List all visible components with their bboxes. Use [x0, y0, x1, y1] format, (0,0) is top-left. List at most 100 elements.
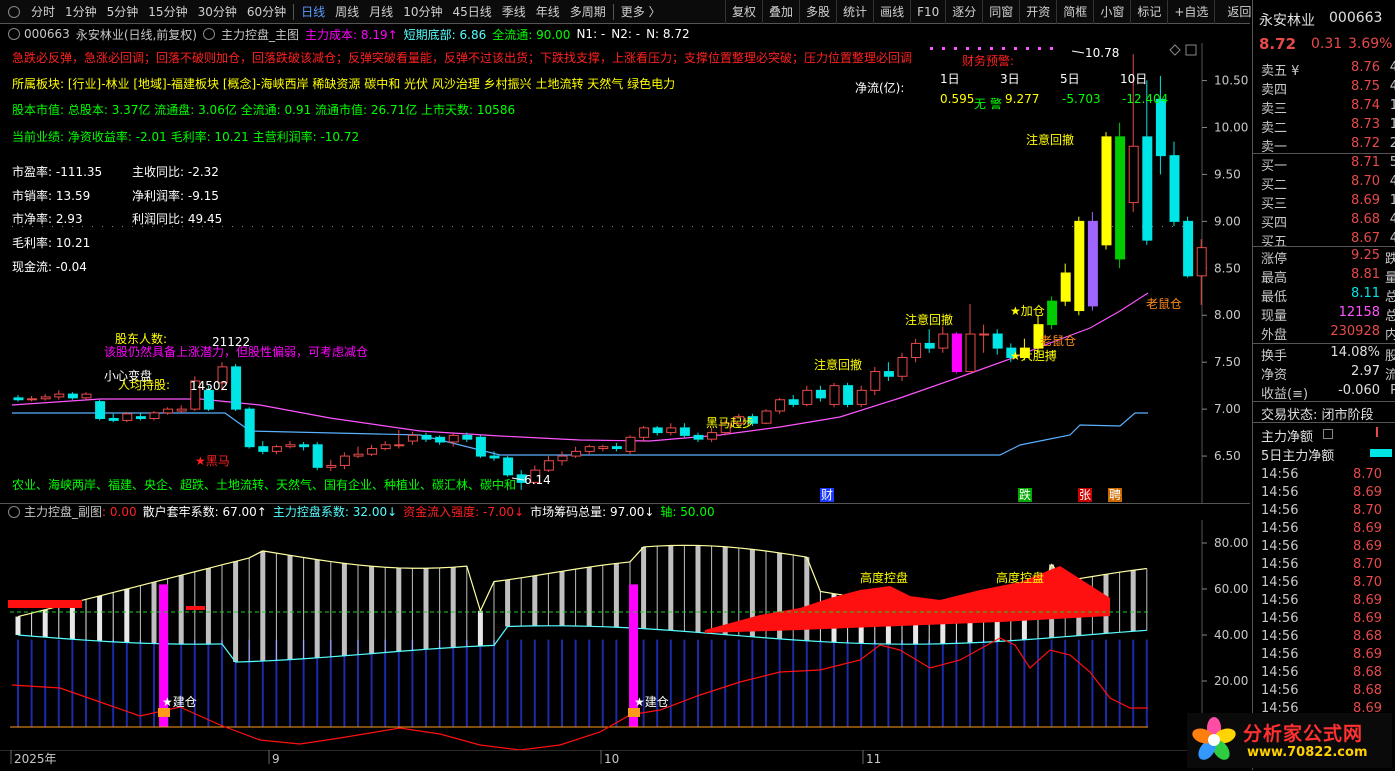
period-14[interactable]: 更多 〉 [616, 0, 666, 24]
sub-tick-label: 40.00 [1214, 628, 1248, 642]
tool-2[interactable]: 多股 [799, 0, 836, 24]
netflow-1d-header: 1日 [940, 72, 960, 86]
indicator-name[interactable]: 主力控盘_主图 [221, 26, 299, 43]
candle-body [843, 385, 854, 405]
tick-price: 8.69 [1353, 485, 1382, 500]
stat2-row: 换手 14.08% 股 [1261, 345, 1395, 364]
top-dot [978, 47, 981, 50]
tool-6[interactable]: 逐分 [945, 0, 982, 24]
indicator-settings-icon[interactable] [203, 28, 215, 40]
ref-dot [532, 226, 533, 228]
candle-body [244, 408, 255, 448]
chip-total: 市场筹码总量: 97.00↓ [530, 505, 655, 519]
stat-label: 现量 [1261, 309, 1288, 324]
period-12[interactable]: 年线 [531, 0, 565, 24]
tool-3[interactable]: 统计 [836, 0, 873, 24]
candle-body [95, 401, 106, 420]
tick-price: 8.70 [1353, 503, 1382, 518]
stat-row: 最低 8.11 总 [1261, 286, 1395, 305]
quote-price: 8.72 [1259, 35, 1297, 53]
date-axis: 2025年 9 10 11 [0, 750, 1250, 766]
candle-body [870, 371, 881, 391]
period-0[interactable]: 分时 [26, 0, 60, 24]
red-area-2 [186, 606, 205, 610]
period-5[interactable]: 60分钟 [242, 0, 291, 24]
tool-12[interactable]: +自选 [1167, 0, 1214, 24]
period-3[interactable]: 15分钟 [143, 0, 192, 24]
ref-dot [882, 226, 883, 228]
candle-body [951, 333, 962, 373]
site-logo: 分析家公式网 www.70822.com [1187, 713, 1392, 768]
ref-dot [712, 226, 713, 228]
ref-dot [852, 226, 853, 228]
bid-value: 8.68 [1351, 212, 1380, 227]
tool-5[interactable]: F10 [910, 0, 945, 24]
period-9[interactable]: 10分钟 [398, 0, 447, 24]
ref-dot [642, 226, 643, 228]
tool-8[interactable]: 开资 [1019, 0, 1056, 24]
period-8[interactable]: 月线 [364, 0, 398, 24]
tick-price: 8.69 [1353, 611, 1382, 626]
period-1[interactable]: 1分钟 [60, 0, 102, 24]
tool-0[interactable]: 复权 [725, 0, 762, 24]
fund-left-1: 市销率: 13.59 [12, 188, 91, 203]
tick-row: 14:56 8.69 [1261, 611, 1394, 629]
period-11[interactable]: 季线 [497, 0, 531, 24]
tool-11[interactable]: 标记 [1130, 0, 1167, 24]
candle-body [1196, 247, 1207, 277]
top-dot [1026, 47, 1029, 50]
ref-dot [892, 226, 893, 228]
sub-settings-icon[interactable] [8, 505, 20, 518]
bid-row: 买三 8.69 1 [1261, 193, 1395, 212]
ref-dot [1032, 226, 1033, 228]
candle-body [856, 389, 867, 405]
netflow-3d: 9.277 [1005, 92, 1040, 106]
retail-coef: 散户套牢系数: 67.00↑ [142, 505, 267, 519]
finance-warning-tail: 警 [990, 97, 1003, 111]
sub-indicator-name[interactable]: 主力控盘_副图 [24, 503, 102, 520]
build-label-1: ★建仓 [162, 695, 197, 709]
ref-dot [942, 226, 943, 228]
period-13[interactable]: 多周期 [565, 0, 611, 24]
ref-dot [962, 226, 963, 228]
netflow-10d: -12.404 [1122, 92, 1169, 106]
lock-icon-2 [628, 708, 640, 717]
tool-1[interactable]: 叠加 [762, 0, 799, 24]
period-6[interactable]: 日线 [296, 0, 330, 24]
ask-bid-divider [1253, 153, 1395, 154]
tick-row: 14:56 8.69 [1261, 521, 1394, 539]
sub-chart[interactable]: 80.0060.0040.0020.000.00高度控盘高度控盘★建仓★建仓 [0, 520, 1250, 750]
candle-body [788, 399, 799, 405]
expand-icon[interactable] [1323, 429, 1333, 439]
tick-row: 14:56 8.69 [1261, 593, 1394, 611]
price-tick-label: 6.50 [1214, 449, 1241, 463]
date-label: 2025年 [14, 752, 57, 766]
period-4[interactable]: 30分钟 [193, 0, 242, 24]
tick-time: 14:56 [1261, 521, 1299, 536]
settings-icon[interactable] [8, 28, 20, 40]
tick-time: 14:56 [1261, 665, 1299, 680]
top-dot [930, 47, 933, 50]
window-menu-icon[interactable] [8, 5, 20, 18]
tool-4[interactable]: 画线 [873, 0, 910, 24]
tool-7[interactable]: 同窗 [982, 0, 1019, 24]
stat2-value: 14.08% [1330, 345, 1380, 360]
period-7[interactable]: 周线 [330, 0, 364, 24]
tool-9[interactable]: 简框 [1056, 0, 1093, 24]
period-10[interactable]: 45日线 [447, 0, 496, 24]
avg-holding-label: 人均持股: [118, 377, 170, 392]
bid-extra: 4 [1389, 231, 1395, 246]
period-2[interactable]: 5分钟 [102, 0, 144, 24]
main-net-label[interactable]: 主力净额 [1261, 426, 1313, 445]
ref-dot [432, 226, 433, 228]
stat2-extra: 流 [1384, 368, 1395, 383]
tool-10[interactable]: 小窗 [1093, 0, 1130, 24]
candle-body [489, 455, 500, 459]
ref-dot [232, 226, 233, 228]
candle-body [611, 446, 622, 450]
bid-row: 买四 8.68 4 [1261, 212, 1395, 231]
candle-body [475, 436, 486, 457]
candle-body [625, 436, 636, 452]
horse-start-label: 黑马起步 [706, 416, 754, 430]
candle-body [1101, 136, 1112, 246]
